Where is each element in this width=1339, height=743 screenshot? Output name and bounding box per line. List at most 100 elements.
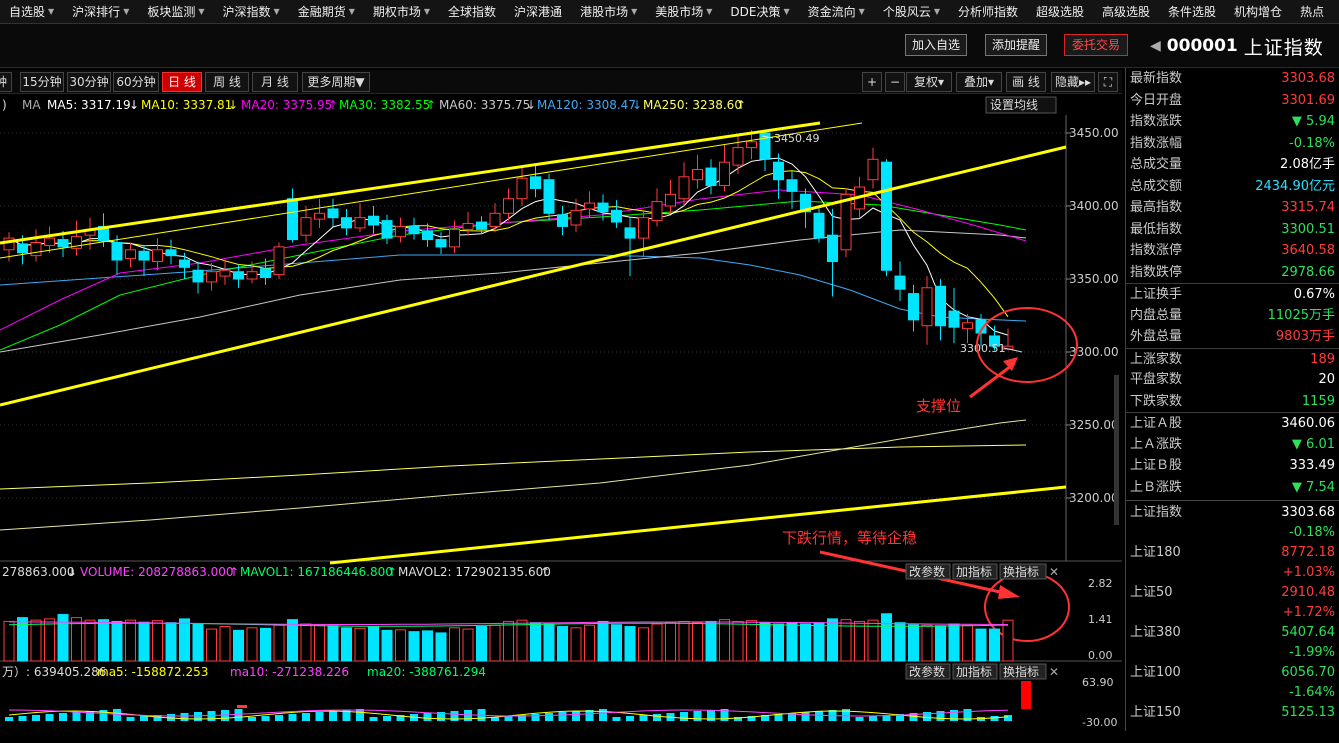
- money-bar: [869, 716, 877, 721]
- index-name: 上证指数: [1130, 505, 1183, 520]
- money-btn-switch[interactable]: 换指标: [999, 663, 1047, 680]
- quote-value: 11025万手: [1267, 307, 1335, 323]
- index-change: -1.99%: [1289, 645, 1335, 660]
- volume-arrow-icon: ↑: [540, 565, 550, 579]
- close-icon[interactable]: ✕: [1049, 665, 1059, 679]
- volume-btn-param[interactable]: 改参数: [905, 563, 951, 580]
- nav-item-2[interactable]: 板块监测 ▼: [138, 0, 213, 23]
- money-btn-param[interactable]: 改参数: [905, 663, 951, 680]
- candle: [219, 260, 231, 285]
- period-tab-1[interactable]: 15分钟: [20, 72, 64, 92]
- index-row[interactable]: 上证100 6056.70: [1126, 663, 1339, 683]
- nav-item-18[interactable]: 热点: [1291, 0, 1333, 23]
- ma-legend-ma10: MA10: 3337.81: [141, 98, 232, 112]
- chart-tool-0[interactable]: +: [862, 72, 882, 92]
- quote-label: 上证换手: [1130, 287, 1183, 302]
- period-tab-6[interactable]: 月 线: [252, 72, 298, 92]
- index-row[interactable]: 上证150 5125.13: [1126, 703, 1339, 723]
- ma-setting-button[interactable]: 设置均线: [985, 96, 1057, 114]
- money-btn-add[interactable]: 加指标: [952, 663, 998, 680]
- trade-button[interactable]: 委托交易: [1064, 34, 1128, 56]
- quote-label: 总成交量: [1130, 157, 1183, 172]
- nav-item-6[interactable]: 全球指数: [439, 0, 505, 23]
- nav-item-9[interactable]: 美股市场 ▼: [646, 0, 721, 23]
- nav-item-4[interactable]: 金融期货 ▼: [289, 0, 364, 23]
- index-change-row: -1.64%: [1126, 683, 1339, 703]
- volume-btn-add[interactable]: 加指标: [952, 563, 998, 580]
- nav-label: 美股市场: [655, 4, 704, 19]
- volume-bar: [462, 628, 474, 662]
- period-tab-2[interactable]: 30分钟: [67, 72, 111, 92]
- nav-item-11[interactable]: 资金流向 ▼: [799, 0, 874, 23]
- trend-arrow-icon: ↓: [526, 98, 536, 112]
- volume-btn-switch[interactable]: 换指标: [999, 563, 1047, 580]
- nav-item-14[interactable]: 超级选股: [1027, 0, 1093, 23]
- nav-item-12[interactable]: 个股风云 ▼: [874, 0, 949, 23]
- period-tab-4[interactable]: 日 线: [162, 72, 202, 92]
- period-tab-3[interactable]: 60分钟: [113, 72, 159, 92]
- nav-item-16[interactable]: 条件选股: [1159, 0, 1225, 23]
- nav-item-13[interactable]: 分析师指数: [949, 0, 1027, 23]
- quote-value: ▼ 6.01: [1291, 436, 1335, 452]
- nav-item-7[interactable]: 沪深港通: [505, 0, 571, 23]
- money-bar: [639, 715, 648, 721]
- ma5-line: [8, 157, 1009, 336]
- volume-bar: [165, 622, 177, 662]
- candle: [84, 217, 96, 250]
- volume-bar: [233, 629, 244, 662]
- period-tab-5[interactable]: 周 线: [205, 72, 249, 92]
- candle: [692, 154, 703, 189]
- ma-legend-ma30: MA30: 3382.55: [339, 98, 430, 112]
- ma-legend: ) MA MA5: 3317.19 MA10: 3337.81 MA20: 3375.9…: [2, 98, 746, 112]
- quote-row: 平盘家数 20: [1126, 369, 1339, 391]
- nav-item-10[interactable]: DDE决策 ▼: [721, 0, 798, 23]
- volume-bar: [570, 627, 582, 662]
- candle: [462, 211, 474, 236]
- chart-tool-3[interactable]: 叠加▾: [956, 72, 1002, 92]
- volume-bar: [408, 631, 420, 662]
- back-arrow-icon[interactable]: ◀: [1150, 38, 1161, 54]
- volume-bar: [422, 630, 433, 662]
- close-icon[interactable]: ✕: [1049, 565, 1059, 579]
- chart-tool-2[interactable]: 复权▾: [906, 72, 952, 92]
- volume-prefix: 278863.000: [2, 565, 75, 579]
- candle: [30, 229, 42, 262]
- nav-item-15[interactable]: 高级选股: [1093, 0, 1159, 23]
- add-watchlist-button[interactable]: 加入自选: [905, 34, 967, 56]
- candle: [152, 238, 163, 271]
- chart-tool-4[interactable]: 画 线: [1006, 72, 1046, 92]
- nav-item-0[interactable]: 自选股 ▼: [0, 0, 63, 23]
- quote-label: 最低指数: [1130, 221, 1183, 237]
- nav-item-8[interactable]: 港股市场 ▼: [571, 0, 646, 23]
- volume-bar: [84, 619, 96, 662]
- kline-chart[interactable]: ) MA MA5: 3317.19 MA10: 3337.81 MA20: 3375.9…: [0, 95, 1122, 731]
- volume-bar: [611, 624, 622, 662]
- volume-bar: [395, 629, 406, 662]
- nav-item-17[interactable]: 机构增仓: [1225, 0, 1291, 23]
- nav-label: 沪深排行: [72, 4, 121, 19]
- quote-label: 指数跌停: [1130, 264, 1183, 280]
- period-tab-0[interactable]: 钟: [0, 72, 12, 92]
- index-value: 6056.70: [1281, 665, 1335, 680]
- quote-row: 指数跌停 2978.66: [1126, 262, 1339, 284]
- index-row[interactable]: 上证指数 3303.68: [1126, 503, 1339, 523]
- index-row[interactable]: 上证180 8772.18: [1126, 543, 1339, 563]
- high-price-label: 3450.49: [774, 132, 820, 145]
- index-row[interactable]: 上证50 2910.48: [1126, 583, 1339, 603]
- index-row[interactable]: 上证380 5407.64: [1126, 623, 1339, 643]
- add-alert-button[interactable]: 添加提醒: [985, 34, 1047, 56]
- volume-bar: [800, 623, 811, 662]
- chart-tool-1[interactable]: −: [885, 72, 905, 92]
- nav-item-5[interactable]: 期权市场 ▼: [364, 0, 439, 23]
- nav-item-1[interactable]: 沪深排行 ▼: [63, 0, 138, 23]
- candle: [678, 162, 690, 206]
- chart-tool-5[interactable]: 隐藏▸▸: [1051, 72, 1095, 92]
- caret-down-icon: ▼: [273, 6, 280, 16]
- volume-bar: [732, 620, 744, 662]
- fullscreen-icon[interactable]: ⛶: [1098, 72, 1118, 92]
- volume-bar: [854, 620, 865, 662]
- money-bar: [18, 716, 27, 721]
- chart-scrollbar[interactable]: [1114, 375, 1119, 525]
- period-tab-7[interactable]: 更多周期▼: [302, 72, 370, 92]
- nav-item-3[interactable]: 沪深指数 ▼: [214, 0, 289, 23]
